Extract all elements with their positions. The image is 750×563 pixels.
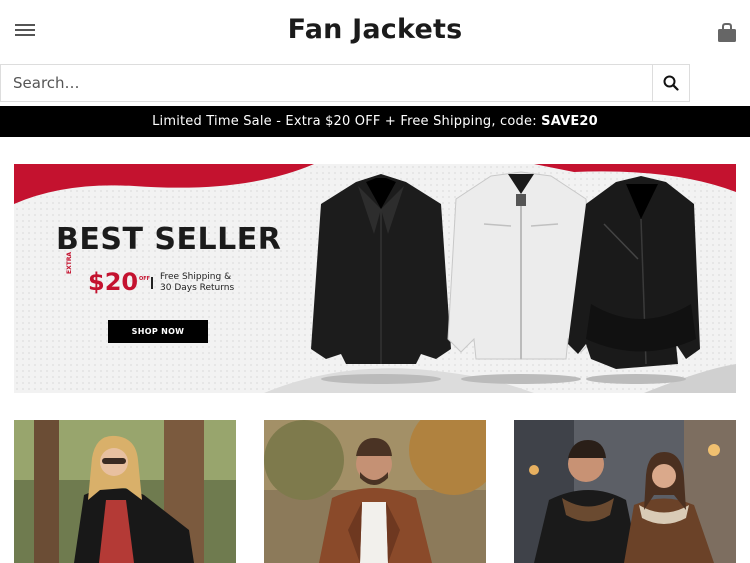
perk-line-returns: 30 Days Returns	[160, 283, 235, 293]
perk-line-shipping: Free Shipping &	[160, 272, 232, 282]
search-form	[0, 64, 690, 102]
promo-text: Limited Time Sale - Extra $20 OFF + Free…	[152, 114, 542, 129]
search-button[interactable]	[653, 65, 689, 101]
couple-shearling-jackets-image	[514, 420, 736, 563]
search-input[interactable]	[1, 65, 653, 101]
site-logo[interactable]: Fan Jackets	[0, 14, 750, 45]
banner-title: BEST SELLER	[56, 222, 282, 257]
promo-code: SAVE20	[541, 114, 598, 129]
site-header: Fan Jackets	[0, 0, 750, 64]
woman-black-leather-jacket-image	[14, 420, 236, 563]
man-brown-leather-jacket-image	[264, 420, 486, 563]
category-tile-women[interactable]	[14, 420, 236, 563]
promo-bar: Limited Time Sale - Extra $20 OFF + Free…	[0, 106, 750, 137]
extra-label: EXTRA	[66, 251, 73, 274]
hero-banner[interactable]: BEST SELLER EXTRA $20 OFF Free Shipping …	[14, 164, 736, 393]
shopping-bag-icon[interactable]	[716, 22, 738, 44]
banner-perks: Free Shipping & 30 Days Returns	[160, 272, 234, 294]
shop-now-button[interactable]: SHOP NOW	[108, 320, 208, 343]
category-tile-couples[interactable]	[514, 420, 736, 563]
jackets-image	[311, 171, 700, 384]
banner-divider	[151, 277, 153, 289]
search-icon	[663, 75, 679, 91]
off-label: OFF	[139, 276, 151, 282]
discount-amount: $20	[88, 268, 139, 296]
category-tile-men[interactable]	[264, 420, 486, 563]
